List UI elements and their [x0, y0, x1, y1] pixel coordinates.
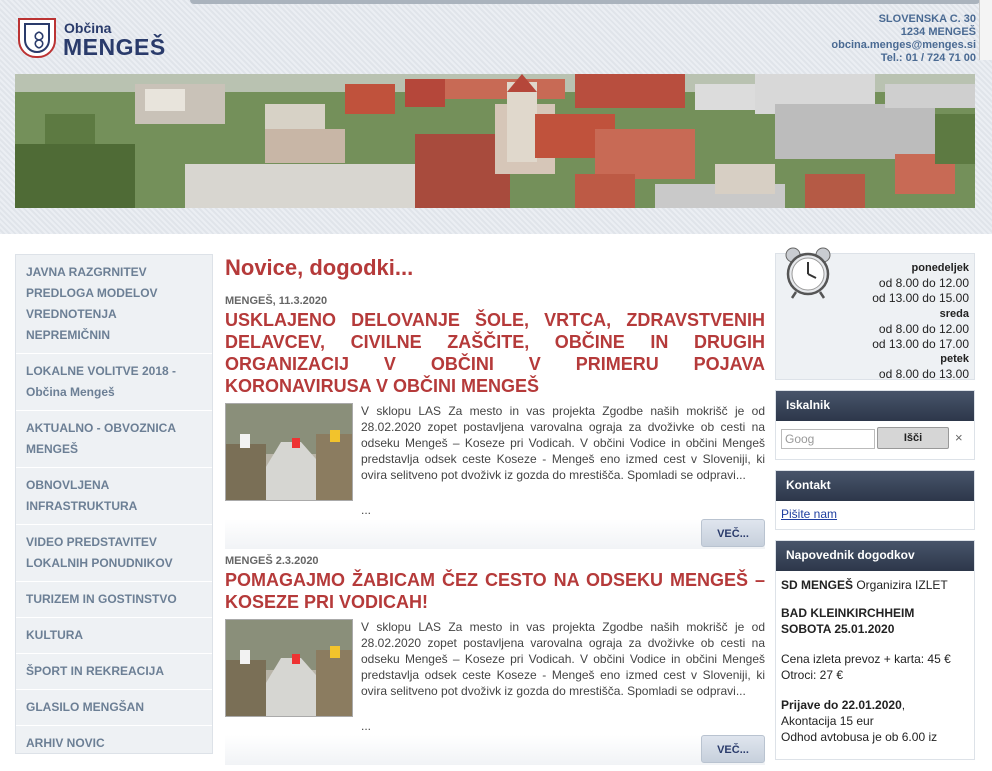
sidebar-item-arhiv[interactable]: ARHIV NOVIC — [16, 726, 212, 762]
event-registration-rest: , — [901, 698, 906, 712]
events-box-title: Napovednik dogodkov — [776, 541, 974, 571]
sidebar-item-kultura[interactable]: KULTURA — [16, 618, 212, 654]
news-title-link[interactable]: POMAGAJMO ŽABICAM ČEZ CESTO NA ODSEKU ME… — [225, 569, 765, 613]
hours-day: petek — [940, 353, 969, 366]
event-org-rest: Organizira IZLET — [853, 578, 948, 592]
news-ellipsis: ... — [361, 503, 372, 517]
sidebar-item-lokalne-volitve[interactable]: LOKALNE VOLITVE 2018 - Občina Mengeš — [16, 354, 212, 411]
clear-icon[interactable]: × — [955, 430, 963, 445]
office-hours: ponedeljek od 8.00 do 12.00 od 13.00 do … — [775, 247, 975, 382]
news-thumbnail[interactable] — [225, 403, 353, 501]
sidebar-item-glasilo[interactable]: GLASILO MENGŠAN — [16, 690, 212, 726]
news-meta: MENGEŠ 2.3.2020 — [225, 555, 319, 567]
event-departure: Odhod avtobusa je ob 6.00 iz — [781, 730, 938, 744]
event-price-child: Otroci: 27 € — [781, 668, 844, 682]
search-box-title: Iskalnik — [776, 391, 974, 421]
alarm-clock-icon — [784, 246, 832, 300]
event-deposit: Akontacija 15 eur — [781, 714, 874, 728]
hours-slot: od 13.00 do 15.00 — [872, 291, 969, 306]
sidebar-item-video[interactable]: VIDEO PREDSTAVITEV LOKALNIH PONUDNIKOV — [16, 525, 212, 582]
sidebar-nav: JAVNA RAZGRNITEV PREDLOGA MODELOV VREDNO… — [15, 254, 213, 762]
event-organizer: SD MENGEŠ Organizira IZLET — [781, 577, 969, 593]
site-header: Občina MENGEŠ SLOVENSKA C. 30 1234 MENGE… — [0, 0, 992, 234]
sidebar-item-infrastruktura[interactable]: OBNOVLJENA INFRASTRUKTURA — [16, 468, 212, 525]
hours-slot: od 8.00 do 12.00 — [878, 276, 969, 291]
hours-slot: od 13.00 do 17.00 — [872, 337, 969, 352]
event-price-adult: Cena izleta prevoz + karta: 45 € — [781, 652, 951, 666]
town-aerial-photo — [15, 74, 975, 208]
news-ellipsis: ... — [361, 719, 372, 733]
news-thumbnail[interactable] — [225, 619, 353, 717]
news-excerpt: V sklopu LAS Za mesto in vas projekta Zg… — [361, 404, 765, 482]
right-column: ponedeljek od 8.00 do 12.00 od 13.00 do … — [775, 247, 975, 760]
event-registration: Prijave do 22.01.2020 — [781, 698, 902, 712]
event-org-bold: SD MENGEŠ — [781, 578, 854, 592]
address-line-1: SLOVENSKA C. 30 — [878, 13, 976, 25]
events-box: Napovednik dogodkov SD MENGEŠ Organizira… — [775, 540, 975, 760]
logo-title: MENGEŠ — [63, 34, 166, 60]
sidebar-item-turizem[interactable]: TURIZEM IN GOSTINSTVO — [16, 582, 212, 618]
read-more-button[interactable]: VEČ... — [701, 735, 765, 763]
news-item: MENGEŠ 2.3.2020 POMAGAJMO ŽABICAM ČEZ CE… — [225, 555, 765, 765]
news-title-link[interactable]: USKLAJENO DELOVANJE ŠOLE, VRTCA, ZDRAVST… — [225, 309, 765, 397]
contact-box: Kontakt Pišite nam — [775, 470, 975, 530]
news-meta: MENGEŠ, 11.3.2020 — [225, 295, 328, 307]
crest-icon — [18, 18, 56, 58]
sidebar-item-sport[interactable]: ŠPORT IN REKREACIJA — [16, 654, 212, 690]
news-item: MENGEŠ, 11.3.2020 USKLAJENO DELOVANJE ŠO… — [225, 295, 765, 549]
event-destination: BAD KLEINKIRCHHEIM — [781, 606, 915, 620]
search-input[interactable] — [781, 429, 875, 449]
main-content: Novice, dogodki... MENGEŠ, 11.3.2020 USK… — [225, 252, 765, 771]
header-phone: Tel.: 01 / 724 71 00 — [880, 52, 976, 64]
search-button[interactable]: Išči — [877, 427, 949, 449]
site-logo[interactable]: Občina MENGEŠ — [18, 18, 178, 62]
section-title: Novice, dogodki... — [225, 255, 414, 280]
search-box: Iskalnik Išči × — [775, 390, 975, 460]
news-excerpt: V sklopu LAS Za mesto in vas projekta Zg… — [361, 620, 765, 698]
sidebar-item-obvoznica[interactable]: AKTUALNO - OBVOZNICA MENGEŠ — [16, 411, 212, 468]
scrollbar[interactable] — [979, 0, 992, 60]
contact-box-title: Kontakt — [776, 471, 974, 501]
address-line-2: 1234 MENGEŠ — [900, 26, 976, 38]
hours-day: sreda — [939, 307, 969, 320]
read-more-button[interactable]: VEČ... — [701, 519, 765, 547]
header-contact: SLOVENSKA C. 30 1234 MENGEŠ obcina.menge… — [831, 13, 976, 65]
sidebar-item-javna-razgrnitev[interactable]: JAVNA RAZGRNITEV PREDLOGA MODELOV VREDNO… — [16, 255, 212, 354]
write-to-us-link[interactable]: Pišite nam — [781, 507, 837, 521]
event-date: SOBOTA 25.01.2020 — [781, 622, 895, 636]
hours-day: ponedeljek — [911, 262, 969, 274]
hours-slot: od 8.00 do 13.00 — [878, 367, 969, 382]
header-email-link[interactable]: obcina.menges@menges.si — [831, 39, 976, 52]
hours-slot: od 8.00 do 12.00 — [878, 321, 969, 336]
top-edge — [190, 0, 980, 4]
